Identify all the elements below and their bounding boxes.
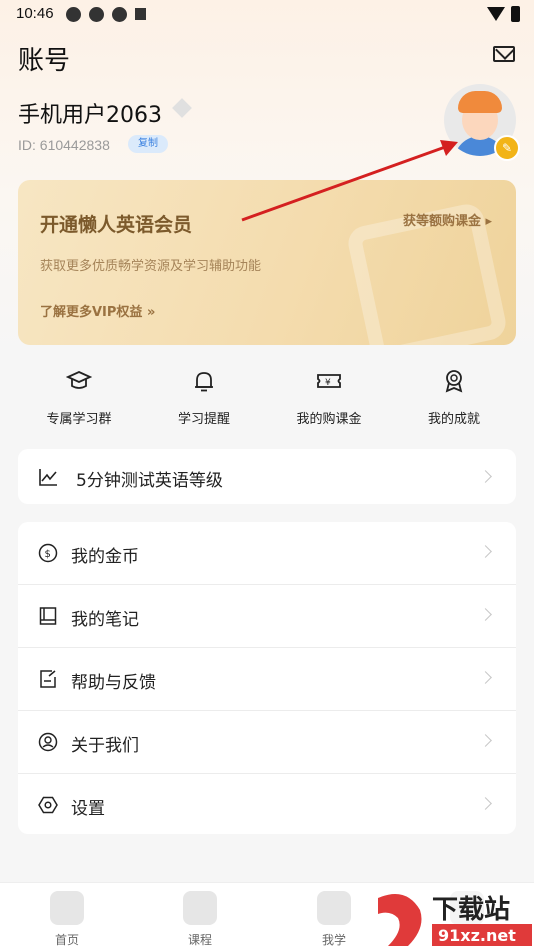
chevron-right-icon [479, 608, 492, 621]
tab-my-study[interactable]: 我学 [294, 891, 374, 948]
site-watermark: 下载站 91xz.net [368, 888, 534, 950]
menu-label: 我的笔记 [71, 610, 139, 630]
english-test-row[interactable]: 5分钟测试英语等级 [18, 449, 516, 504]
quick-achievements[interactable]: 我的成就 [399, 368, 509, 427]
menu-label: 关于我们 [71, 736, 139, 756]
chevron-right-icon [479, 671, 492, 684]
menu-label: 我的金币 [71, 547, 139, 567]
quick-label: 学习提醒 [177, 412, 230, 427]
menu-label: 设置 [71, 799, 105, 819]
menu-card: $ 我的金币 我的笔记 帮助与反馈 关于我们 设置 [18, 522, 516, 834]
course-grid-icon [183, 891, 217, 925]
quick-label: 专属学习群 [46, 412, 112, 427]
menu-row-notes[interactable]: 我的笔记 [18, 585, 516, 648]
quick-course-credit[interactable]: ¥ 我的购课金 [274, 368, 384, 427]
annotation-arrow-line [241, 144, 449, 222]
quick-label: 我的成就 [427, 412, 480, 427]
chevron-right-icon [479, 797, 492, 810]
chevron-right-icon [479, 545, 492, 558]
quick-label: 我的购课金 [296, 412, 362, 427]
menu-row-help-feedback[interactable]: 帮助与反馈 [18, 648, 516, 711]
english-test-label: 5分钟测试英语等级 [76, 471, 223, 491]
quick-study-group[interactable]: 专属学习群 [24, 368, 134, 427]
trend-chart-icon [39, 469, 57, 486]
coin-icon: $ [38, 543, 58, 563]
quick-actions: 专属学习群 学习提醒 ¥ 我的购课金 我的成就 [18, 368, 516, 428]
quick-study-reminder[interactable]: 学习提醒 [149, 368, 259, 427]
ticket-icon: ¥ [317, 374, 341, 388]
tab-home[interactable]: 首页 [27, 891, 107, 948]
tab-courses[interactable]: 课程 [160, 891, 240, 948]
menu-row-coins[interactable]: $ 我的金币 [18, 522, 516, 585]
feedback-icon [40, 670, 56, 688]
settings-icon [38, 796, 58, 814]
chevron-right-icon [479, 734, 492, 747]
clipboard-check-icon [317, 891, 351, 925]
svg-text:$: $ [45, 549, 51, 560]
watermark-text-top: 下载站 [432, 895, 510, 925]
annotation-arrow [241, 140, 458, 222]
graduation-cap-icon [65, 371, 93, 389]
watermark-text-bottom: 91xz.net [438, 926, 516, 945]
svg-text:¥: ¥ [325, 378, 331, 388]
menu-row-settings[interactable]: 设置 [18, 774, 516, 836]
tab-label: 首页 [54, 933, 79, 947]
english-test-card[interactable]: 5分钟测试英语等级 [18, 449, 516, 504]
notebook-icon [39, 607, 57, 625]
vip-benefits-link[interactable]: 了解更多VIP权益 » [40, 301, 155, 320]
tab-label: 课程 [187, 933, 212, 947]
menu-row-about[interactable]: 关于我们 [18, 711, 516, 774]
bell-icon [195, 372, 213, 392]
medal-icon [445, 370, 463, 393]
menu-label: 帮助与反馈 [71, 673, 156, 693]
chevron-right-icon [479, 470, 492, 483]
about-icon [38, 732, 58, 752]
tab-label: 我学 [321, 933, 346, 947]
home-book-icon [50, 891, 84, 925]
